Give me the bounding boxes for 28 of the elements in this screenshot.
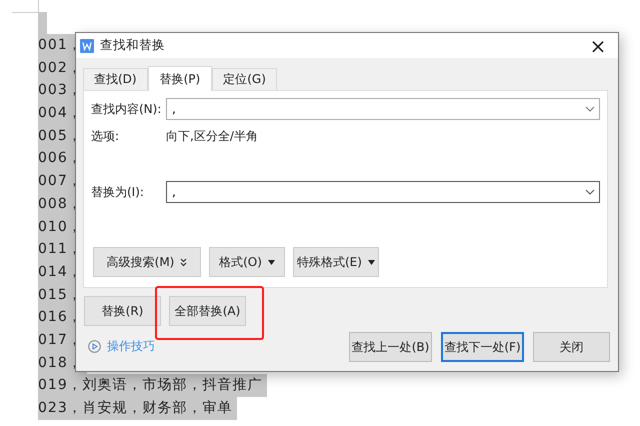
tab[interactable]: 定位(G): [212, 68, 277, 90]
app-logo-icon: [80, 38, 94, 52]
page-corner-mark: [12, 0, 39, 13]
tab[interactable]: 查找(D): [83, 68, 148, 90]
caret-icon: [268, 260, 275, 264]
advanced-search-button[interactable]: 高级搜索(M): [93, 247, 201, 277]
play-icon: [88, 340, 101, 353]
selection-highlight: [38, 12, 47, 34]
dropdown-button[interactable]: 格式(O): [209, 247, 285, 277]
tab[interactable]: 替换(P): [148, 66, 212, 91]
input-field[interactable]: ,: [166, 181, 600, 203]
dropdown-button[interactable]: 特殊格式(E): [293, 247, 379, 277]
input-field[interactable]: ,: [166, 98, 600, 120]
expand-icon: [180, 258, 188, 266]
field-label: 查找内容(N):: [91, 100, 162, 118]
replace-button[interactable]: 全部替换(A): [169, 296, 246, 326]
chevron-icon: [585, 189, 595, 195]
options-label: 选项:: [91, 128, 120, 145]
options-value: 向下,区分全/半角: [166, 128, 258, 145]
chevron-icon: [585, 106, 595, 112]
dialog-button[interactable]: 关闭: [533, 332, 610, 362]
replace-button[interactable]: 替换(R): [84, 296, 161, 326]
window-title: 查找和替换: [100, 37, 166, 54]
dialog-button[interactable]: 查找上一处(B): [349, 332, 432, 362]
dialog-button[interactable]: 查找下一处(F): [441, 332, 524, 362]
close-button[interactable]: ×: [578, 33, 618, 58]
caret-icon: [368, 260, 375, 264]
field-label: 替换为(I):: [91, 184, 145, 200]
